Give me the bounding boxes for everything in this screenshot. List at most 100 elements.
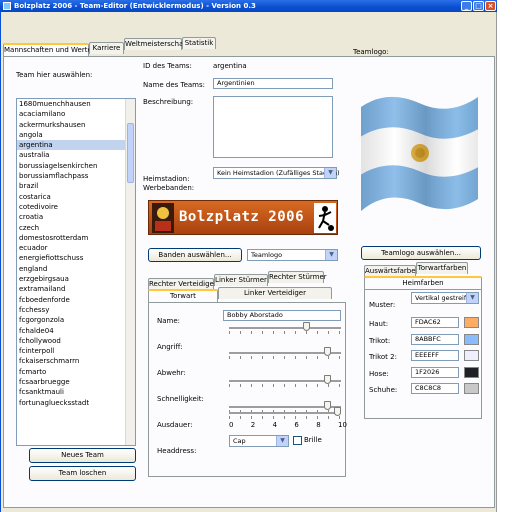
banner-select-value: Teamlogo [251, 251, 283, 259]
list-item[interactable]: croatia [17, 212, 135, 222]
angriff-slider[interactable] [229, 347, 341, 359]
chevron-down-icon: ▼ [324, 168, 336, 178]
delete-team-button[interactable]: Team loschen [29, 466, 136, 481]
list-item[interactable]: borussiamflachpass [17, 171, 135, 181]
list-item[interactable]: fcboedenforde [17, 295, 135, 305]
color-row-label: Haut: [369, 320, 389, 328]
list-item[interactable]: england [17, 264, 135, 274]
choose-banner-button[interactable]: Banden auswählen... [148, 248, 242, 262]
color-hex-field[interactable]: 8ABBFC [411, 333, 459, 345]
scale-tick-label: 10 [338, 421, 347, 429]
list-item[interactable]: extramailand [17, 284, 135, 294]
color-hex-field[interactable]: C8C8C8 [411, 383, 459, 394]
muster-select[interactable]: Vertikal gestreift ▼ [411, 292, 479, 304]
slider-knob[interactable] [323, 375, 331, 384]
scale-tick-label: 8 [316, 421, 321, 429]
chevron-down-icon: ▼ [466, 293, 478, 303]
abwehr-slider[interactable] [229, 375, 341, 387]
list-item[interactable]: fcmarto [17, 367, 135, 377]
team-list[interactable]: 1680muenchhausen acaciamilano ackermurksha… [16, 98, 136, 446]
list-item[interactable]: ackermurkshausen [17, 120, 135, 130]
list-item[interactable]: fcchessy [17, 305, 135, 315]
choose-teamlogo-button[interactable]: Teamlogo auswählen... [361, 246, 481, 260]
headdress-select[interactable]: Cap ▼ [229, 435, 289, 447]
list-item[interactable]: argentina [17, 140, 135, 151]
player-name-field[interactable]: Bobby Aborstado [223, 310, 341, 321]
tab-linker-stuermer[interactable]: Linker Stürmer [214, 274, 268, 286]
main-window: Mannschaften und Werte Karriere Weltmeis… [0, 12, 497, 512]
team-name-label: Name des Teams: [143, 81, 206, 89]
ausdauer-label: Ausdauer: [157, 421, 193, 429]
color-swatch[interactable] [464, 366, 479, 378]
list-item[interactable]: fcsanktmauli [17, 387, 135, 397]
tab-mannschaften[interactable]: Mannschaften und Werte [3, 43, 92, 57]
maximize-button[interactable]: □ [473, 1, 484, 11]
color-hex-field[interactable]: 1F2026 [411, 366, 459, 378]
tab-linker-verteidiger[interactable]: Linker Verteidiger [218, 287, 332, 299]
headdress-select-value: Cap [233, 437, 246, 445]
scale-tick-label: 0 [229, 421, 234, 429]
banner-text: Bolzplatz 2006 [179, 209, 305, 225]
app-icon [3, 2, 11, 10]
slider-knob[interactable] [323, 347, 331, 356]
slider-knob[interactable] [334, 407, 341, 416]
color-swatch[interactable] [464, 350, 479, 361]
team-name-field[interactable]: Argentinien [213, 78, 333, 89]
color-swatch[interactable] [464, 333, 479, 345]
brille-checkbox[interactable] [293, 436, 302, 445]
list-item[interactable]: fcinterpoll [17, 346, 135, 356]
color-swatch[interactable] [464, 317, 479, 328]
color-hex-field[interactable]: FDAC62 [411, 317, 459, 328]
list-item[interactable]: brazil [17, 181, 135, 191]
tab-karriere[interactable]: Karriere [89, 42, 124, 54]
team-logo-flag [361, 96, 478, 211]
list-item[interactable]: costarica [17, 192, 135, 202]
slider-knob[interactable] [302, 322, 310, 331]
description-field[interactable] [213, 96, 333, 158]
list-item[interactable]: 1680muenchhausen [17, 99, 135, 109]
scale-tick-label: 4 [272, 421, 278, 429]
list-scrollbar[interactable] [125, 99, 135, 445]
list-item[interactable]: angola [17, 130, 135, 140]
list-item[interactable]: erzgebirgsaua [17, 274, 135, 284]
list-item[interactable]: fortunagluecksstadt [17, 398, 135, 408]
player-slider[interactable] [229, 322, 341, 334]
muster-select-value: Vertikal gestreift [415, 294, 469, 302]
minimize-button[interactable]: _ [461, 1, 472, 11]
soccer-player-icon [314, 203, 336, 233]
team-select-heading: Team hier auswählen: [16, 71, 93, 79]
list-item[interactable]: fckaiserschmarrn [17, 356, 135, 366]
list-item[interactable]: australia [17, 150, 135, 160]
tab-weltmeisterschaft[interactable]: Weltmeisterschaft [124, 38, 188, 50]
close-button[interactable]: × [485, 1, 496, 11]
tab-heimfarben[interactable]: Heimfarben [364, 276, 482, 290]
title-bar[interactable]: Bolzplatz 2006 - Team-Editor (Entwickler… [0, 0, 497, 12]
ausdauer-slider[interactable] [229, 407, 341, 419]
banner-select[interactable]: Teamlogo ▼ [247, 249, 338, 261]
tab-statistik[interactable]: Statistik [182, 37, 216, 49]
stadium-select[interactable]: Kein Heimstadion (Zufälliges Stadion) ▼ [213, 167, 340, 179]
headdress-label: Headdress: [157, 447, 197, 455]
color-row-label: Schuhe: [369, 386, 398, 394]
list-item[interactable]: fchollywood [17, 336, 135, 346]
list-scrollbar-thumb[interactable] [127, 123, 134, 183]
team-id-label: ID des Teams: [143, 62, 192, 70]
tab-torwartfarben[interactable]: Torwartfarben [416, 262, 468, 274]
list-item[interactable]: fchalde04 [17, 326, 135, 336]
list-item[interactable]: energiefiottschuss [17, 253, 135, 263]
list-item[interactable]: acaciamilano [17, 109, 135, 119]
tab-torwart[interactable]: Torwart [148, 289, 218, 303]
list-item[interactable]: ecuador [17, 243, 135, 253]
color-hex-field[interactable]: EEEEFF [411, 350, 459, 361]
list-item[interactable]: czech [17, 223, 135, 233]
list-item[interactable]: borussiagelsenkirchen [17, 161, 135, 171]
list-item[interactable]: fcsaarbruegge [17, 377, 135, 387]
list-item[interactable]: fcgorgonzola [17, 315, 135, 325]
new-team-button[interactable]: Neues Team [29, 448, 136, 463]
list-item[interactable]: domestosrotterdam [17, 233, 135, 243]
scale-tick-label: 2 [250, 421, 256, 429]
color-swatch[interactable] [464, 383, 479, 394]
tab-rechter-stuermer[interactable]: Rechter Stürmer [268, 271, 327, 283]
list-item[interactable]: cotedivoire [17, 202, 135, 212]
color-row-label: Hose: [369, 369, 389, 378]
